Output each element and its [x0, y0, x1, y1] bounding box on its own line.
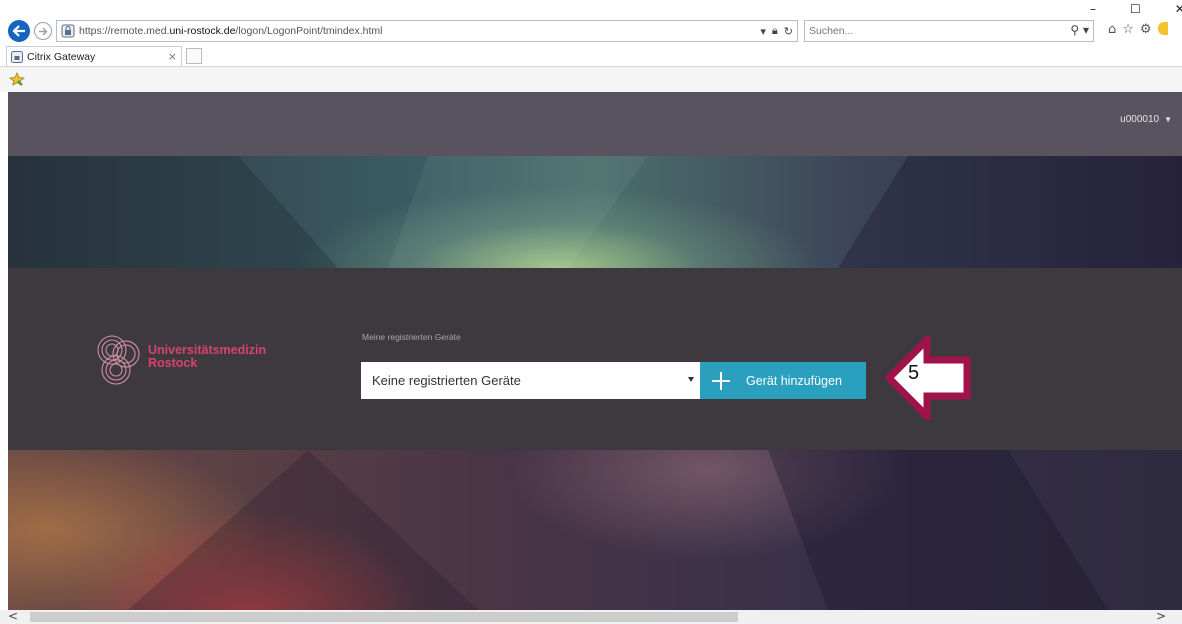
address-tools: ▾ 🔒︎ ↻: [760, 24, 793, 38]
favorites-star-icon[interactable]: [9, 72, 25, 86]
tab-title: Citrix Gateway: [27, 50, 96, 63]
hero-background-top: [8, 156, 1182, 268]
user-menu[interactable]: u000010 ▼: [1120, 114, 1172, 125]
address-bar[interactable]: https://remote.med.uni-rostock.de/logon/…: [56, 20, 798, 42]
username: u000010: [1120, 114, 1160, 125]
favorites-bar: [0, 67, 1182, 92]
plus-icon: [712, 371, 730, 390]
logo-emblem-icon: [97, 335, 140, 385]
gear-icon[interactable]: ⚙: [1140, 22, 1152, 37]
forward-arrow-icon: [39, 27, 48, 35]
scroll-left-icon[interactable]: <: [8, 609, 18, 623]
navigation-row: https://remote.med.uni-rostock.de/logon/…: [0, 20, 1182, 42]
url-path: /logon/LogonPoint/tmindex.html: [235, 25, 383, 37]
search-icon[interactable]: ⚲ ▾: [1070, 23, 1089, 37]
forward-button[interactable]: [34, 22, 52, 40]
facet-pattern-bottom: [128, 450, 1108, 610]
tab-row: Citrix Gateway ×: [0, 46, 1182, 66]
devices-label: Meine registrierten Geräte: [362, 332, 461, 342]
back-arrow-icon: [12, 25, 25, 37]
step-arrow-icon: [885, 336, 971, 420]
refresh-icon[interactable]: ↻: [784, 25, 793, 38]
search-input[interactable]: [809, 23, 1039, 39]
tab-lock-icon: [11, 50, 23, 63]
window-controls: – ☐ ✕: [1090, 2, 1182, 16]
maximize-button[interactable]: ☐: [1130, 2, 1141, 16]
university-logo: Universitätsmedizin Rostock: [92, 332, 312, 392]
scroll-thumb[interactable]: [30, 612, 738, 622]
step-number: 5: [908, 362, 920, 384]
new-tab-button[interactable]: [186, 48, 202, 64]
lock-icon[interactable]: 🔒︎: [772, 24, 778, 38]
device-select-value: Keine registrierten Geräte: [372, 373, 521, 388]
chevron-down-icon: [688, 377, 694, 382]
dropdown-icon[interactable]: ▾: [760, 25, 766, 38]
back-button[interactable]: [8, 20, 30, 42]
tab-citrix-gateway[interactable]: Citrix Gateway ×: [6, 46, 182, 66]
logo-text: Universitätsmedizin Rostock: [148, 344, 266, 370]
scroll-right-icon[interactable]: >: [1156, 609, 1166, 623]
page-topbar: u000010 ▼: [8, 92, 1182, 156]
search-box[interactable]: ⚲ ▾: [804, 20, 1094, 42]
url-domain: uni-rostock.de: [169, 25, 236, 37]
facet-pattern: [8, 156, 1182, 268]
tab-close-icon[interactable]: ×: [168, 50, 177, 63]
home-icon[interactable]: ⌂: [1108, 22, 1116, 37]
hero-background-bottom: [8, 450, 1182, 610]
star-icon[interactable]: ☆: [1122, 22, 1134, 37]
url-prefix: https://remote.med.: [79, 25, 170, 37]
add-device-button[interactable]: Gerät hinzufügen: [700, 362, 866, 399]
site-lock-icon: [61, 24, 75, 38]
add-device-label: Gerät hinzufügen: [746, 373, 842, 388]
url-text[interactable]: https://remote.med.uni-rostock.de/logon/…: [79, 25, 383, 37]
caret-down-icon: ▼: [1164, 115, 1172, 124]
browser-chrome: – ☐ ✕ https://remote.med.uni-rostock.de/…: [0, 0, 1182, 92]
device-select[interactable]: Keine registrierten Geräte: [361, 362, 700, 399]
logo-line-2: Rostock: [148, 356, 198, 370]
horizontal-scrollbar[interactable]: < >: [0, 609, 1182, 624]
smiley-icon[interactable]: [1157, 22, 1168, 35]
citrix-gateway-page: u000010 ▼ Universitätsmedizin Rostock Me…: [8, 92, 1182, 610]
minimize-button[interactable]: –: [1090, 2, 1096, 16]
close-window-button[interactable]: ✕: [1175, 2, 1182, 16]
browser-tools: ⌂ ☆ ⚙: [1108, 22, 1168, 37]
